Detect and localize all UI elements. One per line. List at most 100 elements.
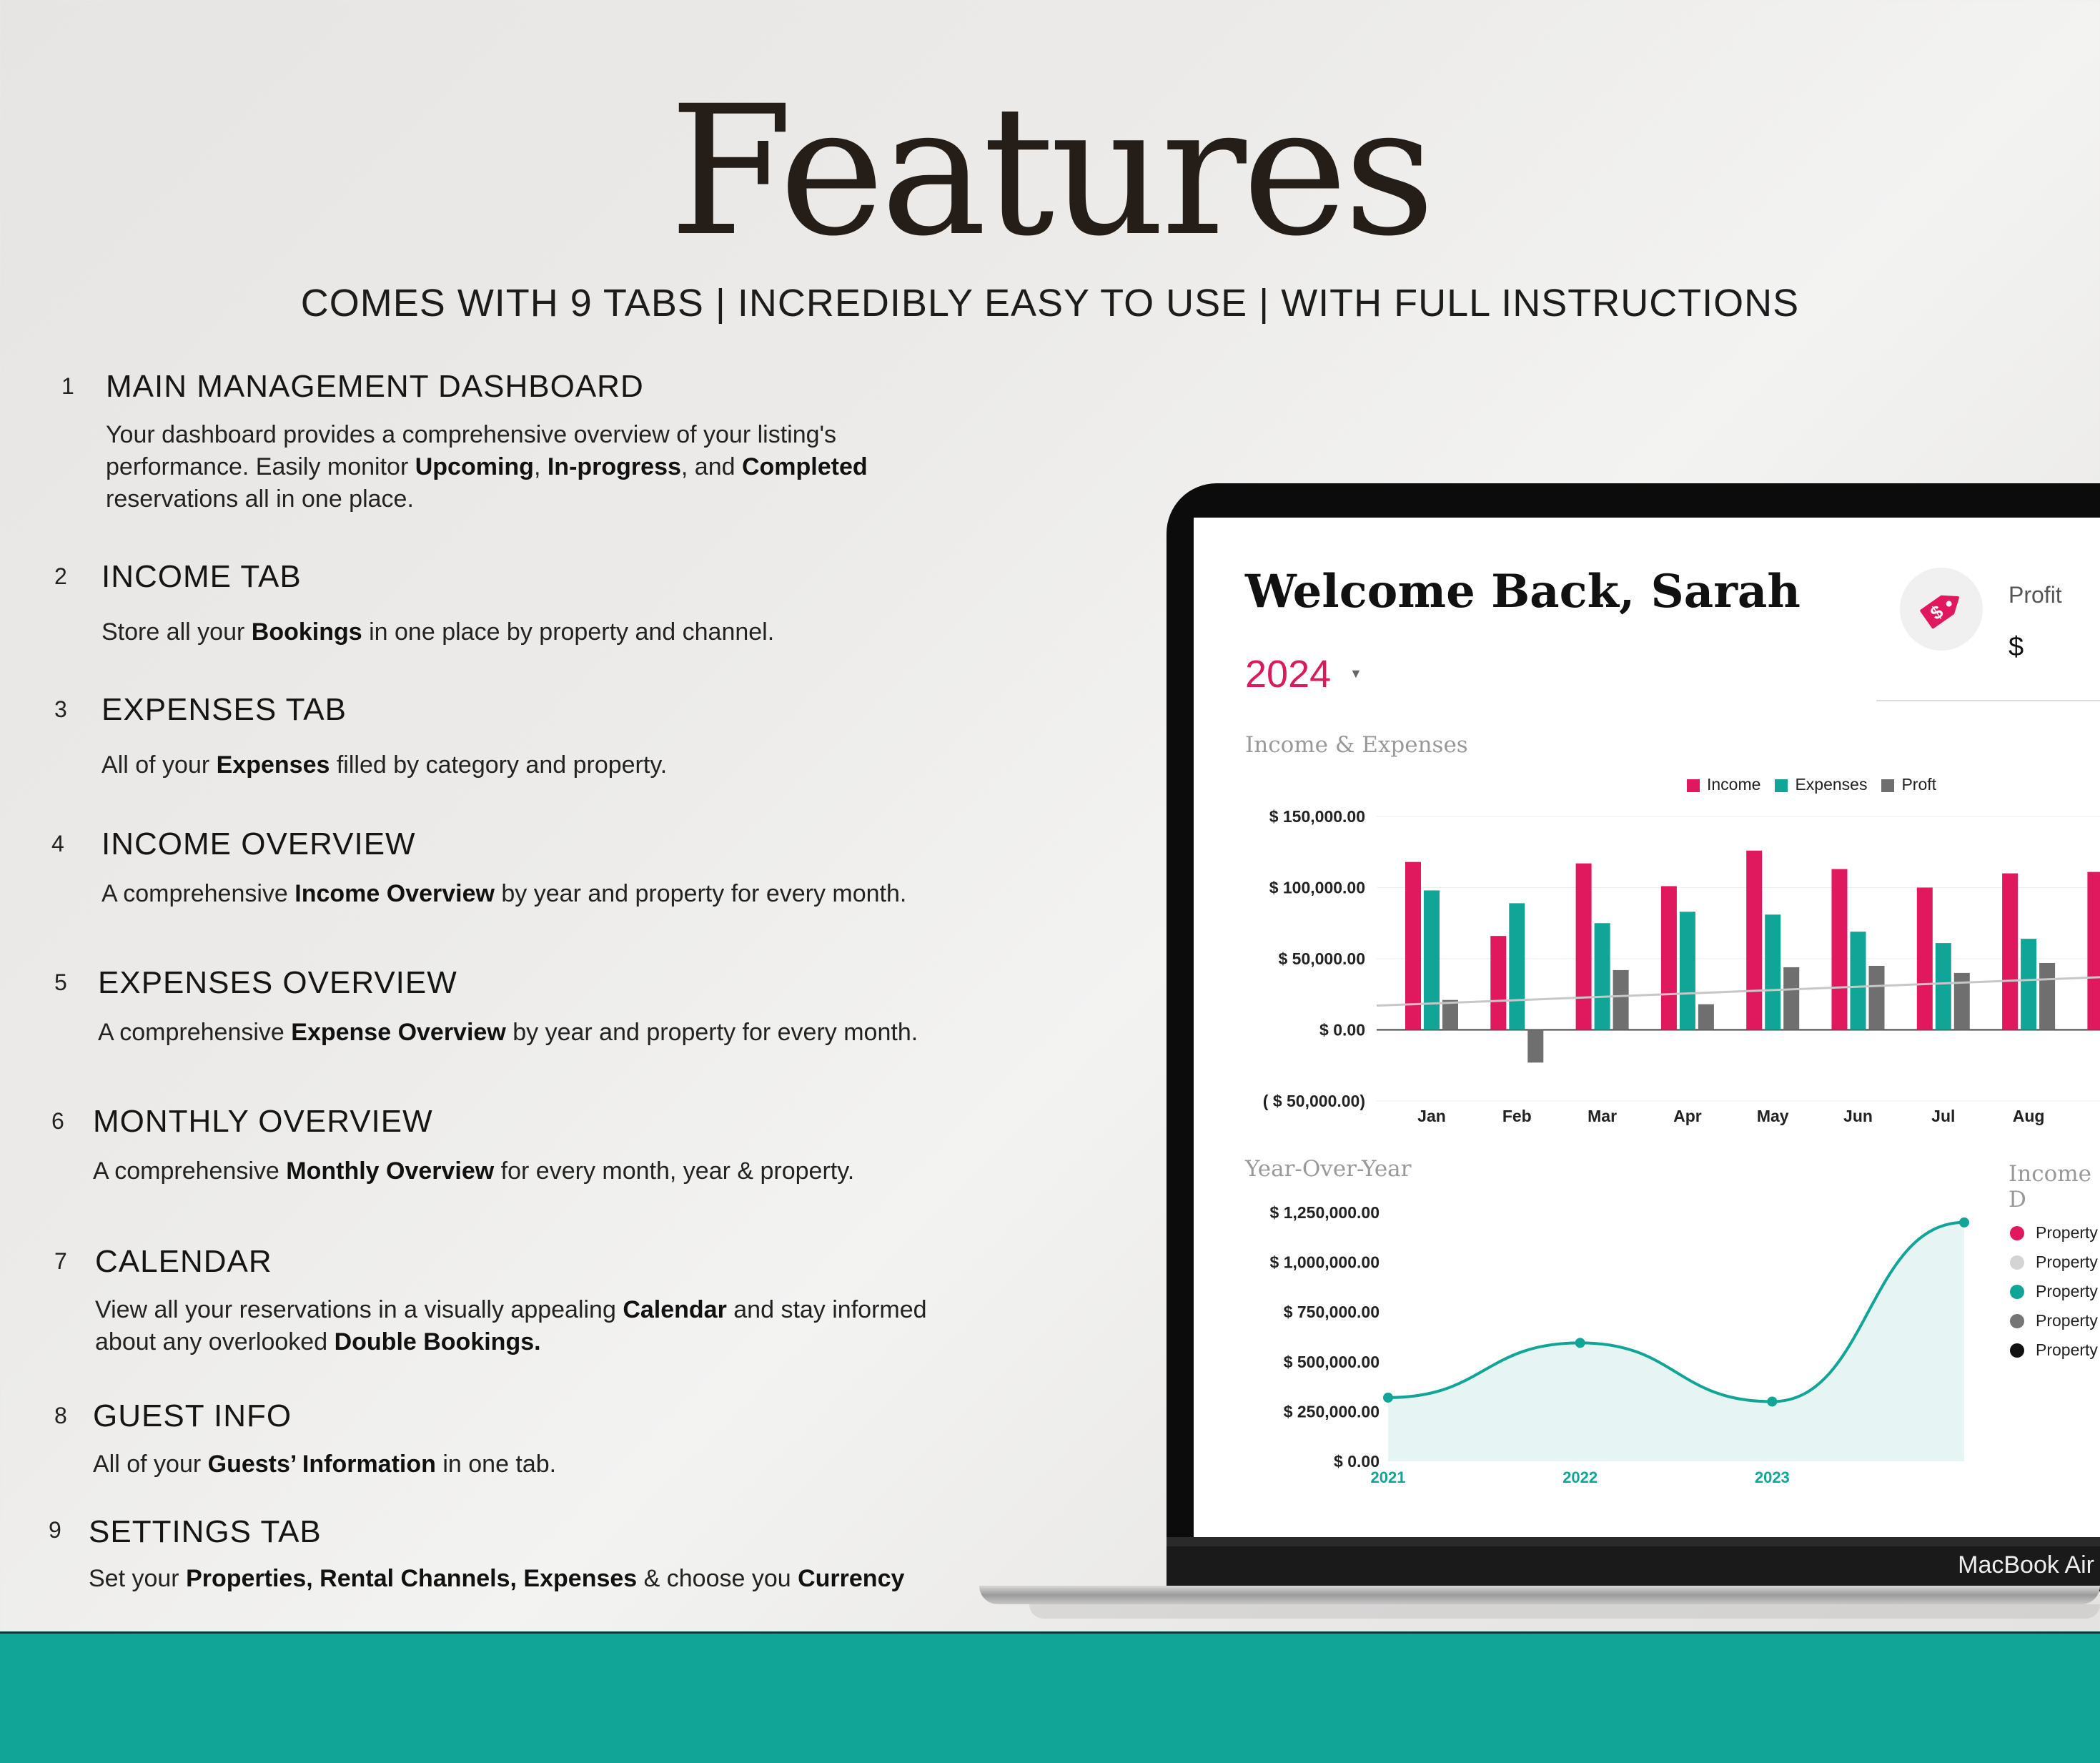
feature-number: 9 [49,1517,61,1543]
bar-income [1831,869,1848,1030]
text-run: All of your [101,751,217,779]
text-run: View all your reservations in a visually… [95,1296,623,1323]
text-run: Set your [89,1565,187,1592]
bar-income [1660,886,1677,1030]
feature-description: A comprehensive Expense Overview by year… [98,1017,918,1049]
feature-title: CALENDAR [95,1244,272,1279]
text-run: A comprehensive [93,1157,287,1185]
bar-proft [1783,967,1800,1030]
feature-description: Your dashboard provides a comprehensive … [106,419,868,515]
y-tick-label: $ 1,000,000.00 [1270,1253,1380,1272]
text-run: reservations all in one place. [106,485,414,513]
y-tick-label: $ 50,000.00 [1278,949,1365,968]
description-line: A comprehensive Monthly Overview for eve… [93,1155,854,1187]
x-tick-label: May [1757,1107,1789,1125]
feature-description: Store all your Bookings in one place by … [101,616,774,648]
x-tick-label: Mar [1588,1107,1617,1125]
x-tick-label: 2023 [1755,1468,1790,1486]
bar-income [1916,887,1933,1030]
y-tick-label: $ 500,000.00 [1284,1353,1380,1371]
text-run: , [533,453,548,480]
text-run: performance. Easily monitor [106,453,415,480]
description-line: A comprehensive Income Overview by year … [101,878,906,910]
emphasis-text: Guests’ Information [207,1451,436,1478]
text-run: A comprehensive [101,880,295,907]
footer-band [0,1631,2100,1763]
device-label: MacBook Air [1958,1551,2094,1579]
x-tick-label: Feb [1502,1107,1532,1125]
text-run: & choose you [637,1565,798,1592]
text-run: in one place by property and channel. [362,618,775,646]
page-subtitle: COMES WITH 9 TABS | INCREDIBLY EASY TO U… [300,282,1800,325]
bar-expenses [1850,932,1866,1030]
feature-title: SETTINGS TAB [89,1514,322,1549]
page-title: Features [668,67,1435,275]
bar-expenses [1935,943,1951,1030]
text-run: and stay informed [726,1296,927,1323]
emphasis-text: Upcoming [415,453,534,480]
text-run: for every month, year & property. [494,1157,855,1185]
feature-title: INCOME OVERVIEW [101,826,416,861]
text-run: Store all your [101,618,252,646]
bar-proft [1868,965,1885,1030]
emphasis-text: Properties, Rental Channels, Expenses [186,1565,638,1592]
description-line: A comprehensive Expense Overview by year… [98,1017,918,1049]
bar-income [2002,873,2019,1030]
text-run: All of your [93,1451,208,1478]
y-tick-label: $ 100,000.00 [1269,879,1365,897]
description-line: View all your reservations in a visually… [95,1294,927,1326]
area-fill [1388,1222,1964,1461]
emphasis-text: Completed [741,453,868,480]
y-tick-label: $ 250,000.00 [1284,1402,1380,1421]
bar-expenses [1765,914,1781,1030]
emphasis-text: Expenses [216,751,330,779]
feature-number: 2 [54,563,67,589]
area-point [1767,1396,1778,1407]
bar-income [1746,850,1763,1030]
text-run: in one tab. [435,1451,557,1478]
x-tick-label: Apr [1673,1107,1702,1125]
feature-number: 3 [54,696,67,722]
emphasis-text: Monthly Overview [286,1157,495,1185]
bar-income [1575,863,1592,1030]
feature-description: View all your reservations in a visually… [95,1294,927,1358]
description-line: about any overlooked Double Bookings. [95,1326,927,1358]
text-run: by year and property for every month. [494,880,907,907]
bar-expenses [1424,890,1440,1030]
x-tick-label: 2022 [1562,1468,1598,1486]
area-point [1575,1338,1585,1348]
feature-title: EXPENSES TAB [101,692,347,727]
area-point [1959,1217,1969,1228]
description-line: Store all your Bookings in one place by … [101,616,774,648]
emphasis-text: Bookings [251,618,362,646]
text-run: , and [680,453,742,480]
feature-title: MAIN MANAGEMENT DASHBOARD [106,369,644,404]
feature-title: INCOME TAB [101,559,302,594]
emphasis-text: Income Overview [294,880,495,907]
area-point [1383,1392,1393,1403]
x-tick-label: Jun [1843,1107,1873,1125]
feature-number: 4 [51,831,64,856]
bar-proft [1613,969,1629,1030]
trend-line [1376,976,2100,1007]
feature-title: GUEST INFO [93,1398,292,1433]
emphasis-text: Currency [798,1565,905,1592]
bar-expenses [1509,903,1525,1030]
emphasis-text: Expense Overview [291,1019,506,1046]
bar-income [1490,936,1507,1030]
emphasis-text: Double Bookings. [334,1328,541,1355]
text-run: about any overlooked [95,1328,335,1355]
bar-proft [2039,962,2056,1030]
laptop-screen: Welcome Back, Sarah 2024 ▼ $ Profit $ In… [1194,518,2100,1544]
emphasis-text: Calendar [623,1296,727,1323]
feature-title: EXPENSES OVERVIEW [98,965,457,1000]
x-tick-label: Jul [1931,1107,1955,1125]
bar-expenses [1594,923,1610,1030]
emphasis-text: In-progress [547,453,681,480]
feature-description: All of your Expenses filled by category … [101,749,667,781]
y-tick-label: $ 0.00 [1319,1021,1365,1039]
description-line: Set your Properties, Rental Channels, Ex… [89,1563,904,1595]
y-tick-label: $ 150,000.00 [1269,807,1365,826]
x-tick-label: Aug [2013,1107,2045,1125]
text-run: A comprehensive [98,1019,292,1046]
